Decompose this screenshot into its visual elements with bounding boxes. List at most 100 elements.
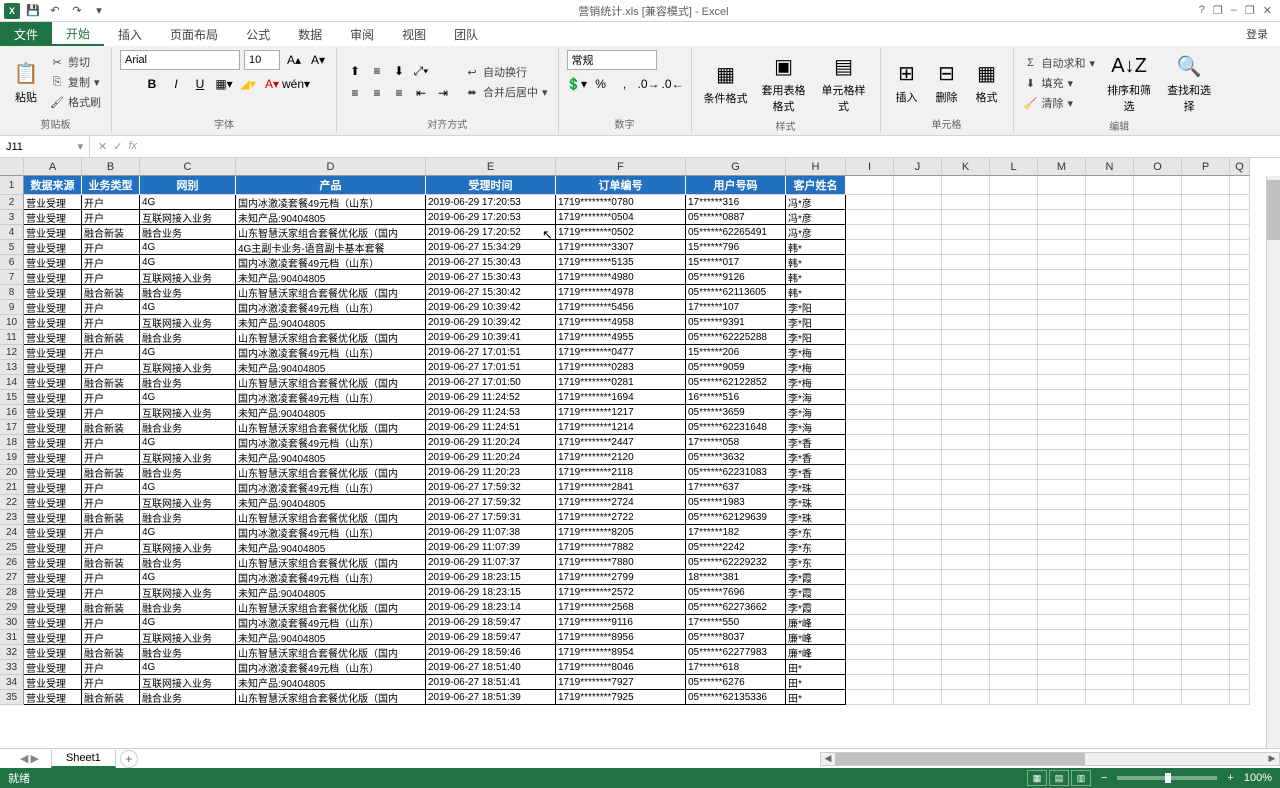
comma-format-button[interactable]: , (615, 74, 635, 94)
cell-O6[interactable] (1134, 255, 1182, 270)
cell-K12[interactable] (942, 345, 990, 360)
cell-L31[interactable] (990, 630, 1038, 645)
cell-F30[interactable]: 1719********9116 (556, 615, 686, 630)
cell-A20[interactable]: 营业受理 (24, 465, 82, 480)
zoom-out-button[interactable]: − (1101, 772, 1107, 784)
cell-H18[interactable]: 李*香 (786, 435, 846, 450)
cell-H1[interactable]: 客户姓名 (786, 176, 846, 195)
italic-button[interactable]: I (166, 74, 186, 94)
cell-M13[interactable] (1038, 360, 1086, 375)
column-header-D[interactable]: D (236, 158, 426, 176)
cell-N18[interactable] (1086, 435, 1134, 450)
cell-H29[interactable]: 李*霞 (786, 600, 846, 615)
cell-A16[interactable]: 营业受理 (24, 405, 82, 420)
cell-J27[interactable] (894, 570, 942, 585)
insert-cells-button[interactable]: ⊞插入 (889, 57, 925, 107)
cell-K21[interactable] (942, 480, 990, 495)
cell-C13[interactable]: 互联网接入业务 (140, 360, 236, 375)
cell-A10[interactable]: 营业受理 (24, 315, 82, 330)
column-header-E[interactable]: E (426, 158, 556, 176)
cell-I5[interactable] (846, 240, 894, 255)
cell-L34[interactable] (990, 675, 1038, 690)
cell-H12[interactable]: 李*梅 (786, 345, 846, 360)
cell-D1[interactable]: 产品 (236, 176, 426, 195)
cell-C12[interactable]: 4G (140, 345, 236, 360)
cell-M28[interactable] (1038, 585, 1086, 600)
cell-D28[interactable]: 未知产品:90404805 (236, 585, 426, 600)
column-header-G[interactable]: G (686, 158, 786, 176)
cell-A34[interactable]: 营业受理 (24, 675, 82, 690)
cancel-formula-icon[interactable]: ✕ (98, 140, 107, 153)
cell-E32[interactable]: 2019-06-29 18:59:46 (426, 645, 556, 660)
cell-E11[interactable]: 2019-06-29 10:39:41 (426, 330, 556, 345)
cell-D27[interactable]: 国内冰激凌套餐49元档（山东） (236, 570, 426, 585)
cell-M2[interactable] (1038, 195, 1086, 210)
redo-button[interactable]: ↷ (68, 2, 86, 20)
cell-J20[interactable] (894, 465, 942, 480)
cell-F35[interactable]: 1719********7925 (556, 690, 686, 705)
cell-N17[interactable] (1086, 420, 1134, 435)
cell-K24[interactable] (942, 525, 990, 540)
cell-C2[interactable]: 4G (140, 195, 236, 210)
cell-Q18[interactable] (1230, 435, 1250, 450)
cell-K16[interactable] (942, 405, 990, 420)
cell-D10[interactable]: 未知产品:90404805 (236, 315, 426, 330)
cell-C17[interactable]: 融合业务 (140, 420, 236, 435)
cell-E7[interactable]: 2019-06-27 15:30:43 (426, 270, 556, 285)
row-header-31[interactable]: 31 (0, 630, 24, 645)
cell-B6[interactable]: 开户 (82, 255, 140, 270)
fill-color-button[interactable]: ◢▾ (238, 74, 258, 94)
cell-P23[interactable] (1182, 510, 1230, 525)
cell-D24[interactable]: 国内冰激凌套餐49元档（山东） (236, 525, 426, 540)
cell-L26[interactable] (990, 555, 1038, 570)
cell-G15[interactable]: 16******516 (686, 390, 786, 405)
cell-D31[interactable]: 未知产品:90404805 (236, 630, 426, 645)
tab-team[interactable]: 团队 (440, 22, 492, 46)
decrease-indent-button[interactable]: ⇤ (411, 83, 431, 103)
cell-D18[interactable]: 国内冰激凌套餐49元档（山东） (236, 435, 426, 450)
cell-N23[interactable] (1086, 510, 1134, 525)
cell-Q16[interactable] (1230, 405, 1250, 420)
cell-P19[interactable] (1182, 450, 1230, 465)
cell-I1[interactable] (846, 176, 894, 195)
cell-E30[interactable]: 2019-06-29 18:59:47 (426, 615, 556, 630)
cell-D13[interactable]: 未知产品:90404805 (236, 360, 426, 375)
cell-L32[interactable] (990, 645, 1038, 660)
cell-J34[interactable] (894, 675, 942, 690)
cell-P14[interactable] (1182, 375, 1230, 390)
column-header-M[interactable]: M (1038, 158, 1086, 176)
cell-O25[interactable] (1134, 540, 1182, 555)
sort-filter-button[interactable]: A↓Z排序和筛选 (1101, 50, 1157, 116)
cell-K3[interactable] (942, 210, 990, 225)
row-header-27[interactable]: 27 (0, 570, 24, 585)
cell-A12[interactable]: 营业受理 (24, 345, 82, 360)
cell-I4[interactable] (846, 225, 894, 240)
row-header-5[interactable]: 5 (0, 240, 24, 255)
cell-B9[interactable]: 开户 (82, 300, 140, 315)
tab-home[interactable]: 开始 (52, 22, 104, 46)
cell-J11[interactable] (894, 330, 942, 345)
cell-H7[interactable]: 韩* (786, 270, 846, 285)
cell-H27[interactable]: 李*霞 (786, 570, 846, 585)
cell-I16[interactable] (846, 405, 894, 420)
decrease-font-button[interactable]: A▾ (308, 50, 328, 70)
tab-review[interactable]: 审阅 (336, 22, 388, 46)
cell-D8[interactable]: 山东智慧沃家组合套餐优化版（国内 (236, 285, 426, 300)
cell-F13[interactable]: 1719********0283 (556, 360, 686, 375)
cell-E2[interactable]: 2019-06-29 17:20:53 (426, 195, 556, 210)
column-header-C[interactable]: C (140, 158, 236, 176)
cell-L24[interactable] (990, 525, 1038, 540)
cell-Q14[interactable] (1230, 375, 1250, 390)
cell-D12[interactable]: 国内冰激凌套餐49元档（山东） (236, 345, 426, 360)
row-header-11[interactable]: 11 (0, 330, 24, 345)
cell-C22[interactable]: 互联网接入业务 (140, 495, 236, 510)
cell-M19[interactable] (1038, 450, 1086, 465)
column-header-F[interactable]: F (556, 158, 686, 176)
cell-D2[interactable]: 国内冰激凌套餐49元档（山东） (236, 195, 426, 210)
cell-D35[interactable]: 山东智慧沃家组合套餐优化版（国内 (236, 690, 426, 705)
horizontal-scrollbar[interactable]: ◀ ▶ (820, 752, 1280, 766)
row-header-28[interactable]: 28 (0, 585, 24, 600)
format-painter-button[interactable]: 🖌格式刷 (48, 93, 103, 111)
cell-J25[interactable] (894, 540, 942, 555)
cell-I2[interactable] (846, 195, 894, 210)
